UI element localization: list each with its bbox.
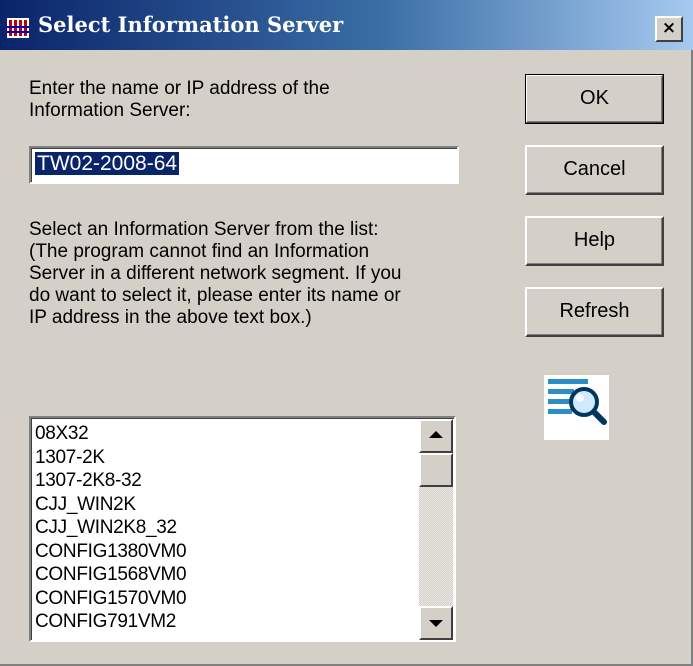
- list-item[interactable]: CONFIG1380VM0: [35, 540, 187, 564]
- list-item[interactable]: CONFIG1570VM0: [35, 587, 187, 611]
- list-prompt-line2: (The program cannot find an Information: [29, 241, 370, 262]
- list-prompt-line4: do want to select it, please enter its n…: [29, 285, 401, 306]
- scroll-up-button[interactable]: [419, 419, 453, 453]
- cancel-button[interactable]: Cancel: [525, 145, 664, 195]
- server-name-prompt-line1: Enter the name or IP address of the: [29, 78, 330, 99]
- list-item[interactable]: CJJ_WIN2K8_32: [35, 516, 186, 540]
- arrow-down-icon: [429, 620, 443, 627]
- list-scrollbar[interactable]: [419, 419, 453, 640]
- server-name-input[interactable]: TW02-2008-64: [29, 146, 459, 184]
- refresh-button[interactable]: Refresh: [525, 287, 664, 337]
- scroll-thumb[interactable]: [419, 453, 453, 487]
- list-item[interactable]: CJJ_WIN2K: [35, 493, 186, 517]
- server-listbox[interactable]: 08X32 1307-2K 1307-2K8-32 CJJ_WIN2K CJJ_…: [29, 416, 456, 642]
- scroll-down-button[interactable]: [419, 606, 453, 640]
- arrow-up-icon: [429, 431, 443, 438]
- server-list: 08X32 1307-2K 1307-2K8-32 CJJ_WIN2K CJJ_…: [35, 422, 187, 634]
- list-prompt-line5: IP address in the above text box.): [29, 307, 312, 328]
- search-list-icon: [544, 375, 609, 440]
- list-item[interactable]: 1307-2K8-32: [35, 469, 186, 493]
- list-prompt-line1: Select an Information Server from the li…: [29, 219, 379, 240]
- list-item[interactable]: CONFIG1568VM0: [35, 563, 187, 587]
- ok-button[interactable]: OK: [525, 74, 664, 124]
- help-button[interactable]: Help: [525, 216, 664, 266]
- title-bar[interactable]: Select Information Server ×: [0, 0, 693, 50]
- network-app-icon: [7, 18, 29, 38]
- close-button[interactable]: ×: [655, 16, 683, 42]
- server-name-value: TW02-2008-64: [35, 152, 180, 175]
- list-item[interactable]: 08X32: [35, 422, 186, 446]
- list-item[interactable]: 1307-2K: [35, 446, 186, 470]
- window-title: Select Information Server: [38, 12, 344, 37]
- close-icon: ×: [661, 18, 677, 38]
- list-item[interactable]: CONFIG791VM2: [35, 610, 186, 634]
- select-information-server-dialog: Select Information Server × Enter the na…: [0, 0, 693, 666]
- list-prompt-line3: Server in a different network segment. I…: [29, 263, 402, 284]
- server-name-prompt-line2: Information Server:: [29, 100, 191, 121]
